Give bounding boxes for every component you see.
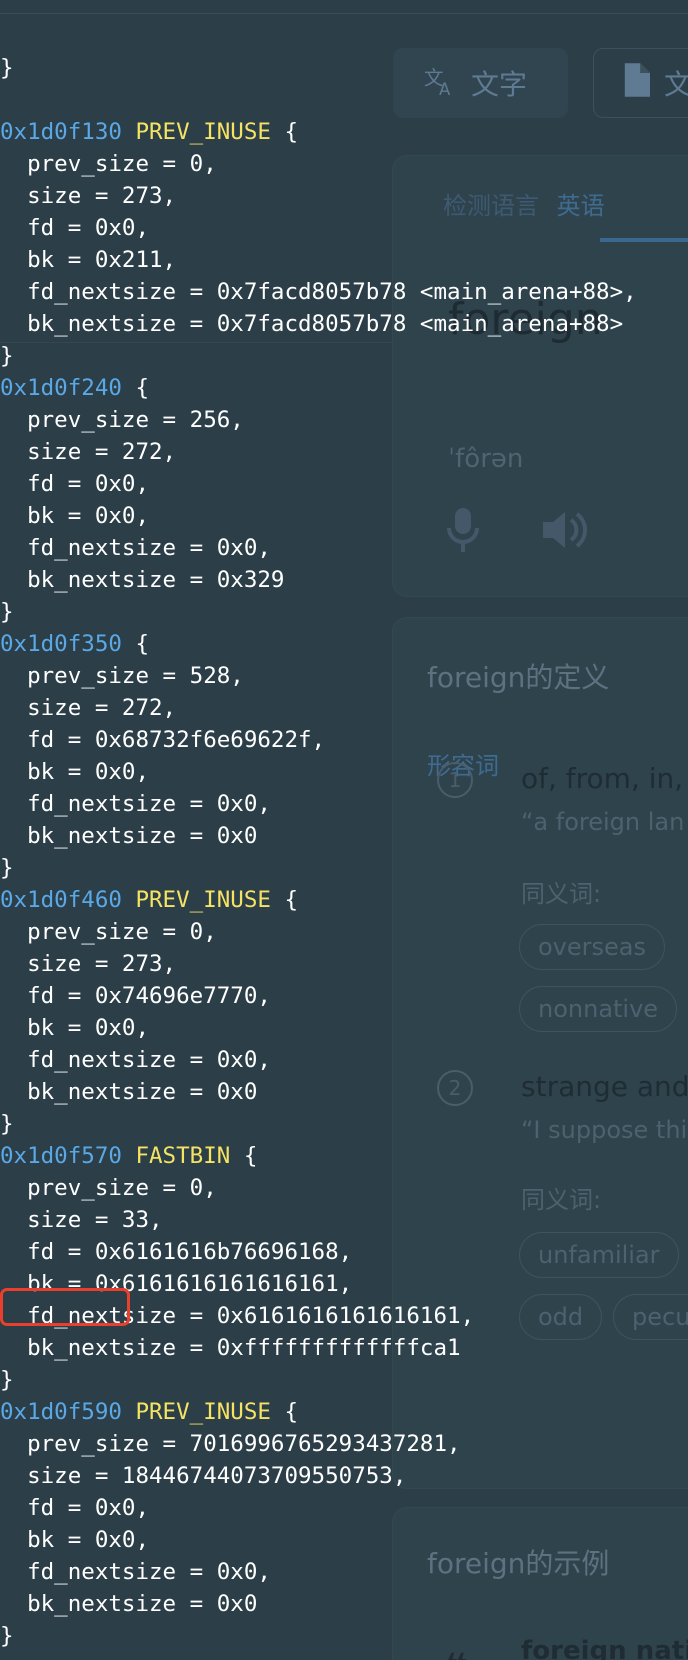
chunk-field: bk_nextsize = 0x0 bbox=[0, 823, 258, 849]
chunk-field: fd = 0x74696e7770, bbox=[0, 983, 271, 1009]
chunk-flag: FASTBIN bbox=[135, 1143, 231, 1169]
chunk-field: fd = 0x0, bbox=[0, 215, 150, 241]
chunk-close: } bbox=[0, 1623, 14, 1649]
chunk-field: size = 33, bbox=[0, 1207, 163, 1233]
chunk-field: bk = 0x0, bbox=[0, 1015, 150, 1041]
chunk-field: bk_nextsize = 0x0 bbox=[0, 1591, 258, 1617]
chunk-close: } bbox=[0, 1111, 14, 1137]
chunk-address: 0x1d0f590 bbox=[0, 1399, 122, 1425]
chunk-header: 0x1d0f570 FASTBIN { bbox=[0, 1143, 258, 1169]
chunk-field: bk = 0x211, bbox=[0, 247, 177, 273]
chunk-address: 0x1d0f460 bbox=[0, 887, 122, 913]
code-line: } bbox=[0, 55, 14, 81]
chunk-field: bk = 0x0, bbox=[0, 503, 150, 529]
chunk-address: 0x1d0f350 bbox=[0, 631, 122, 657]
chunk-field: bk_nextsize = 0x0 bbox=[0, 1079, 258, 1105]
chunk-header: 0x1d0f130 PREV_INUSE { bbox=[0, 119, 299, 145]
chunk-field: size = 272, bbox=[0, 695, 177, 721]
chunk-field: fd = 0x0, bbox=[0, 1495, 150, 1521]
chunk-field: bk = 0x0, bbox=[0, 759, 150, 785]
chunk-field: bk_nextsize = 0x329 bbox=[0, 567, 285, 593]
chunk-header: 0x1d0f240 { bbox=[0, 375, 150, 401]
heap-chunk-dump: } 0x1d0f130 PREV_INUSE { prev_size = 0, … bbox=[0, 0, 637, 1652]
chunk-header: 0x1d0f590 PREV_INUSE { bbox=[0, 1399, 299, 1425]
chunk-field: fd_nextsize = 0x0, bbox=[0, 1559, 271, 1585]
chunk-header: 0x1d0f460 PREV_INUSE { bbox=[0, 887, 299, 913]
chunk-field: size = 273, bbox=[0, 951, 177, 977]
chunk-field: prev_size = 528, bbox=[0, 663, 244, 689]
chunk-flag: PREV_INUSE bbox=[135, 119, 271, 145]
chunk-field: bk_nextsize = 0xfffffffffffffca1 bbox=[0, 1335, 461, 1361]
chunk-address: 0x1d0f240 bbox=[0, 375, 122, 401]
chip-label: 文 bbox=[664, 68, 688, 101]
address-highlight-box bbox=[0, 1288, 130, 1326]
chunk-close: } bbox=[0, 1367, 14, 1393]
chunk-field: fd = 0x0, bbox=[0, 471, 150, 497]
chunk-flag: PREV_INUSE bbox=[135, 1399, 271, 1425]
chunk-field: prev_size = 0, bbox=[0, 1175, 217, 1201]
chunk-field: prev_size = 0, bbox=[0, 151, 217, 177]
chunk-flag: PREV_INUSE bbox=[135, 887, 271, 913]
chunk-address: 0x1d0f570 bbox=[0, 1143, 122, 1169]
chunk-field: prev_size = 0, bbox=[0, 919, 217, 945]
chunk-field: prev_size = 7016996765293437281, bbox=[0, 1431, 461, 1457]
chunk-field: size = 18446744073709550753, bbox=[0, 1463, 407, 1489]
chunk-field: fd_nextsize = 0x7facd8057b78 <main_arena… bbox=[0, 279, 637, 305]
chunk-field: bk_nextsize = 0x7facd8057b78 <main_arena… bbox=[0, 311, 624, 337]
chunk-field: size = 273, bbox=[0, 183, 177, 209]
chunk-close: } bbox=[0, 599, 14, 625]
chunk-close: } bbox=[0, 343, 14, 369]
chunk-field: fd_nextsize = 0x0, bbox=[0, 791, 271, 817]
chunk-field: fd_nextsize = 0x0, bbox=[0, 535, 271, 561]
chunk-field: size = 272, bbox=[0, 439, 177, 465]
chunk-field: prev_size = 256, bbox=[0, 407, 244, 433]
chunk-field: bk = 0x0, bbox=[0, 1527, 150, 1553]
chunk-header: 0x1d0f350 { bbox=[0, 631, 150, 657]
chunk-field: fd = 0x6161616b76696168, bbox=[0, 1239, 353, 1265]
chunk-field: fd = 0x68732f6e69622f, bbox=[0, 727, 326, 753]
chunk-field: fd_nextsize = 0x0, bbox=[0, 1047, 271, 1073]
chunk-close: } bbox=[0, 855, 14, 881]
chunk-address: 0x1d0f130 bbox=[0, 119, 122, 145]
